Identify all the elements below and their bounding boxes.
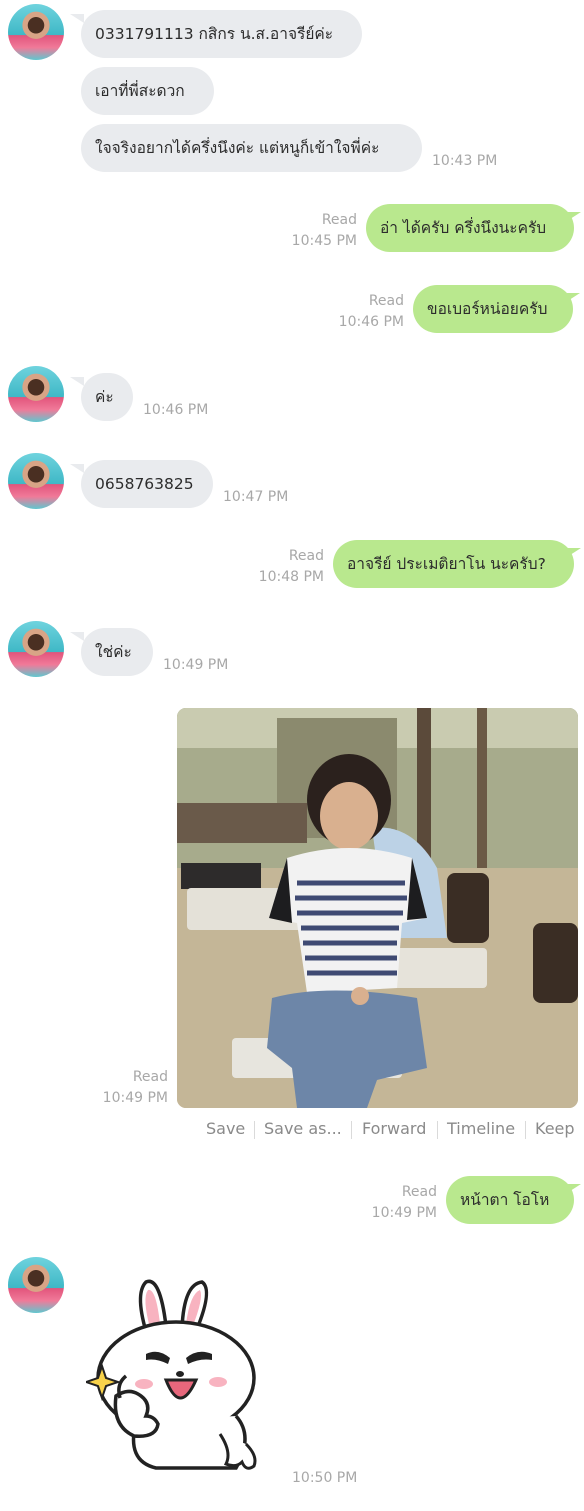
save-as-button[interactable]: Save as... [264,1119,342,1138]
message-time: 10:47 PM [223,489,289,505]
bubble-tail [70,377,84,386]
bubble-tail [70,14,84,23]
message-bubble[interactable]: อ่า ได้ครับ ครึ่งนึงนะครับ [366,204,574,252]
photo-image [177,708,578,1108]
bubble-tail [566,293,580,302]
message-meta: Read 10:48 PM [259,546,324,588]
message-bubble[interactable]: ขอเบอร์หน่อยครับ [413,285,573,333]
message-bubble[interactable]: 0331791113 กสิกร น.ส.อาจรีย์ค่ะ [81,10,362,58]
message-bubble[interactable]: อาจรีย์ ประเมติยาโน นะครับ? [333,540,574,588]
bubble-tail [70,464,84,473]
message-time: 10:50 PM [292,1470,358,1486]
message-bubble[interactable]: ค่ะ [81,373,133,421]
avatar[interactable] [8,4,64,60]
message-time: 10:48 PM [258,569,324,585]
message-time: 10:43 PM [432,153,498,169]
cony-rabbit-thumbs-up-sticker[interactable] [82,1276,262,1476]
message-time: 10:49 PM [163,657,229,673]
bubble-tail [70,632,84,641]
message-meta: Read 10:45 PM [292,210,357,252]
bubble-tail [567,1184,581,1193]
read-status: Read [368,293,404,309]
message-bubble[interactable]: ใช่ค่ะ [81,628,153,676]
avatar[interactable] [8,366,64,422]
message-meta: Read 10:49 PM [372,1182,437,1224]
save-button[interactable]: Save [206,1119,245,1138]
message-bubble[interactable]: 0658763825 [81,460,213,508]
read-status: Read [321,212,357,228]
read-status: Read [401,1184,437,1200]
timeline-button[interactable]: Timeline [447,1119,515,1138]
read-status: Read [288,548,324,564]
avatar[interactable] [8,621,64,677]
forward-button[interactable]: Forward [362,1119,426,1138]
message-time: 10:45 PM [291,233,357,249]
bubble-tail [567,548,581,557]
message-bubble[interactable]: ใจจริงอยากได้ครึ่งนึงค่ะ แต่หนูก็เข้าใจพ… [81,124,422,172]
message-meta: Read 10:49 PM [103,1067,168,1109]
avatar[interactable] [8,453,64,509]
message-time: 10:46 PM [143,402,209,418]
keep-button[interactable]: Keep [535,1119,575,1138]
message-meta: Read 10:46 PM [339,291,404,333]
divider [351,1121,352,1139]
sticker-image [82,1279,257,1470]
message-bubble[interactable]: หน้าตา โอโห [446,1176,574,1224]
message-time: 10:46 PM [338,314,404,330]
message-time: 10:49 PM [371,1205,437,1221]
divider [437,1121,438,1139]
divider [254,1121,255,1139]
shared-photo[interactable] [177,708,578,1108]
message-time: 10:49 PM [102,1090,168,1106]
bubble-tail [567,212,581,221]
avatar[interactable] [8,1257,64,1313]
divider [525,1121,526,1139]
message-bubble[interactable]: เอาที่พี่สะดวก [81,67,214,115]
read-status: Read [132,1069,168,1085]
